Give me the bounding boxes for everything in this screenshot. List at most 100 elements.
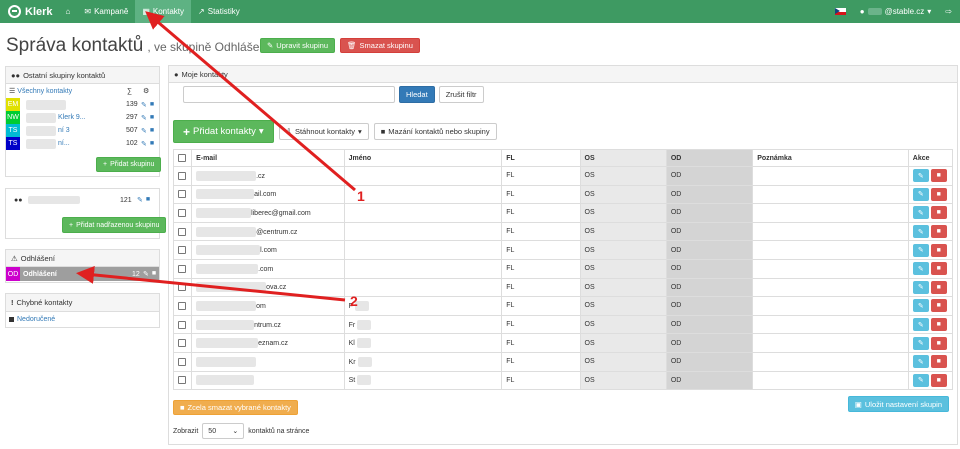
- group-row[interactable]: TS ní 3 507 ✎ ■: [6, 124, 159, 137]
- delete-contact-button[interactable]: ■: [930, 206, 947, 220]
- edit-contact-button[interactable]: ✎: [912, 336, 929, 350]
- save-group-settings-button[interactable]: ▣ Uložit nastavení skupin: [847, 396, 949, 412]
- row-checkbox[interactable]: [178, 190, 186, 199]
- cell-email[interactable]: l.com: [191, 240, 345, 260]
- row-checkbox[interactable]: [178, 246, 186, 255]
- column-od[interactable]: OD: [665, 149, 754, 167]
- edit-group-button[interactable]: ✎ Upravit skupinu: [260, 38, 335, 53]
- delete-contact-button[interactable]: ■: [930, 318, 947, 332]
- group-name[interactable]: Klerk 9...: [58, 114, 86, 121]
- pencil-icon[interactable]: ✎: [143, 270, 149, 278]
- group-name[interactable]: ní 3: [58, 127, 70, 134]
- row-checkbox[interactable]: [178, 339, 186, 348]
- edit-contact-button[interactable]: ✎: [912, 169, 929, 183]
- all-contacts-link[interactable]: Všechny kontakty: [17, 88, 72, 95]
- cell-email[interactable]: ntrum.cz: [191, 314, 345, 335]
- delete-contact-button[interactable]: ■: [930, 280, 947, 294]
- trash-icon[interactable]: ■: [146, 196, 150, 204]
- edit-contact-button[interactable]: ✎: [912, 206, 929, 220]
- undelivered-link[interactable]: Nedoručené: [17, 316, 55, 323]
- cell-email[interactable]: eznam.cz: [191, 333, 345, 353]
- edit-contact-button[interactable]: ✎: [912, 243, 929, 257]
- group-row[interactable]: TS ní... 102 ✎ ■: [6, 137, 159, 150]
- cell-email[interactable]: @centrum.cz: [191, 221, 345, 242]
- edit-contact-button[interactable]: ✎: [912, 299, 929, 313]
- unsubscribed-group-row[interactable]: OD Odhlášení 12 ✎ ■: [6, 267, 159, 281]
- trash-icon[interactable]: ■: [150, 140, 154, 148]
- search-button[interactable]: Hledat: [399, 86, 435, 103]
- column-name[interactable]: Jméno: [343, 149, 503, 167]
- delete-contact-button[interactable]: ■: [930, 243, 947, 257]
- row-checkbox[interactable]: [178, 227, 186, 236]
- edit-contact-button[interactable]: ✎: [912, 262, 929, 276]
- row-checkbox[interactable]: [178, 264, 186, 273]
- nav-statistics[interactable]: ↗ Statistiky: [191, 0, 247, 23]
- delete-contacts-or-group-button[interactable]: ■ Mazání kontaktů nebo skupiny: [373, 123, 497, 140]
- add-contacts-button[interactable]: + Přidat kontakty ▾: [173, 120, 274, 143]
- delete-contact-button[interactable]: ■: [930, 169, 947, 183]
- delete-contact-button[interactable]: ■: [930, 187, 947, 201]
- cell-email[interactable]: [191, 351, 345, 372]
- row-checkbox[interactable]: [178, 208, 186, 217]
- row-checkbox[interactable]: [178, 171, 186, 180]
- download-contacts-button[interactable]: ⇩ Stáhnout kontakty ▾: [278, 123, 369, 140]
- edit-contact-button[interactable]: ✎: [912, 373, 929, 387]
- column-os[interactable]: OS: [579, 149, 667, 167]
- row-checkbox[interactable]: [178, 301, 186, 310]
- nav-campaigns[interactable]: ✉ Kampaně: [77, 0, 135, 23]
- edit-contact-button[interactable]: ✎: [912, 187, 929, 201]
- group-name[interactable]: ní...: [58, 140, 70, 147]
- trash-icon[interactable]: ■: [150, 127, 154, 135]
- pencil-icon[interactable]: ✎: [141, 127, 147, 135]
- delete-group-button[interactable]: 🗑 Smazat skupinu: [340, 38, 420, 53]
- edit-contact-button[interactable]: ✎: [912, 225, 929, 239]
- pencil-icon[interactable]: ✎: [141, 114, 147, 122]
- cell-email[interactable]: ova.cz: [191, 277, 345, 298]
- search-input[interactable]: [183, 86, 395, 103]
- group-row[interactable]: EM 139 ✎ ■: [6, 98, 159, 111]
- column-fl[interactable]: FL: [501, 149, 581, 167]
- edit-contact-button[interactable]: ✎: [912, 355, 929, 369]
- cell-email[interactable]: .cz: [191, 166, 345, 186]
- edit-contact-button[interactable]: ✎: [912, 318, 929, 332]
- pencil-icon[interactable]: ✎: [141, 101, 147, 109]
- select-all-checkbox[interactable]: [178, 154, 186, 162]
- column-email[interactable]: E-mail: [191, 149, 345, 167]
- group-row[interactable]: NW Klerk 9... 297 ✎ ■: [6, 111, 159, 124]
- pencil-icon[interactable]: ✎: [137, 196, 143, 204]
- czech-flag-icon[interactable]: [834, 8, 846, 15]
- trash-icon[interactable]: ■: [152, 270, 156, 278]
- bulk-delete-button[interactable]: ■ Zcela smazat vybrané kontakty: [173, 400, 298, 415]
- cell-email[interactable]: .com: [191, 258, 345, 279]
- cell-email[interactable]: [191, 370, 345, 391]
- delete-contact-button[interactable]: ■: [930, 262, 947, 276]
- column-note[interactable]: Poznámka: [752, 149, 909, 167]
- gear-icon[interactable]: ⚙: [143, 87, 149, 95]
- cell-email[interactable]: liberec@gmail.com: [191, 203, 345, 223]
- row-checkbox[interactable]: [178, 357, 186, 366]
- logout-icon[interactable]: ⇨: [945, 7, 952, 16]
- add-group-button[interactable]: + Přidat skupinu: [96, 157, 162, 172]
- brand[interactable]: Klerk: [8, 5, 53, 18]
- add-parent-group-button[interactable]: + Přidat nadřazenou skupinu: [62, 217, 167, 233]
- delete-contact-button[interactable]: ■: [930, 225, 947, 239]
- pencil-icon[interactable]: ✎: [141, 140, 147, 148]
- user-menu[interactable]: ● @stable.cz ▾: [860, 7, 932, 16]
- trash-icon[interactable]: ■: [150, 101, 154, 109]
- delete-contact-button[interactable]: ■: [930, 336, 947, 350]
- edit-contact-button[interactable]: ✎: [912, 280, 929, 294]
- row-checkbox[interactable]: [178, 320, 186, 329]
- group-name[interactable]: Odhlášení: [23, 271, 57, 278]
- trash-icon[interactable]: ■: [150, 114, 154, 122]
- nav-contacts[interactable]: ▦ Kontakty: [135, 0, 192, 23]
- row-checkbox[interactable]: [178, 283, 186, 292]
- delete-contact-button[interactable]: ■: [930, 355, 947, 369]
- delete-contact-button[interactable]: ■: [930, 373, 947, 387]
- cell-email[interactable]: ail.com: [191, 184, 345, 205]
- per-page-select[interactable]: 50 ⌄: [202, 423, 245, 439]
- row-checkbox[interactable]: [178, 376, 186, 385]
- cell-email[interactable]: om: [191, 296, 345, 316]
- delete-contact-button[interactable]: ■: [930, 299, 947, 313]
- reset-filter-button[interactable]: Zrušit filtr: [438, 86, 484, 103]
- nav-home[interactable]: ⌂: [59, 0, 78, 23]
